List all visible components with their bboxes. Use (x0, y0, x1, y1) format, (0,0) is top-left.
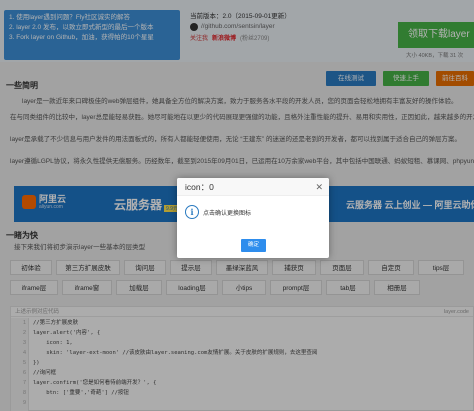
confirm-button[interactable]: 确定 (241, 239, 266, 252)
dialog-message: 点击确认更换图标 (203, 210, 252, 217)
layer-dialog: icon：0 ✕ i 点击确认更换图标 确定 (177, 178, 329, 258)
dialog-title: icon：0 (177, 178, 329, 196)
info-icon: i (185, 205, 199, 219)
dialog-body: i 点击确认更换图标 (185, 205, 251, 219)
close-icon[interactable]: ✕ (315, 181, 323, 193)
